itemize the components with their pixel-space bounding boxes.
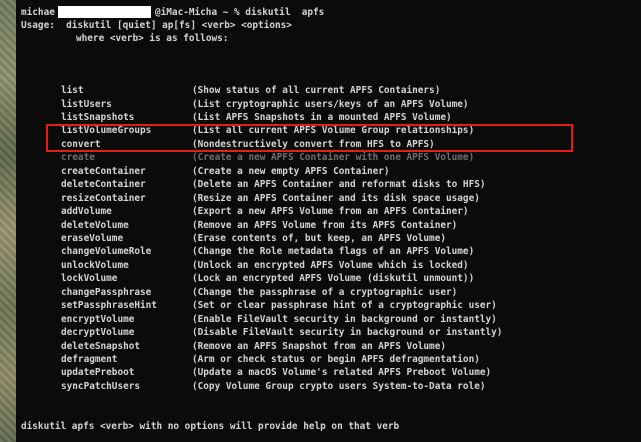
verb-name: defragment bbox=[61, 354, 118, 365]
verb-name: list bbox=[61, 85, 84, 96]
verb-description: (Delete an APFS Container and reformat d… bbox=[192, 179, 486, 191]
verb-name: decryptVolume bbox=[61, 327, 135, 339]
verb-description: (Enable FileVault security in background… bbox=[192, 313, 497, 325]
screenshot-frame: michae @iMac-Micha ~ % diskutil apfs Usa… bbox=[0, 0, 641, 442]
verb-list: list (Show status of all current APFS Con… bbox=[16, 0, 641, 442]
verb-name: createContainer bbox=[61, 165, 146, 177]
verb-description: (Export a new APFS Volume from an APFS C… bbox=[192, 206, 469, 218]
verb-name: resizeContainer bbox=[61, 192, 146, 204]
verb-name: syncPatchUsers bbox=[61, 380, 141, 392]
help-footer-line: diskutil apfs <verb> with no options wil… bbox=[21, 421, 400, 432]
verb-description: (Remove an APFS Snapshot from an APFS Vo… bbox=[192, 340, 446, 352]
verb-description: (Set or clear passphrase hint of a crypt… bbox=[192, 300, 497, 312]
verb-name: deleteVolume bbox=[61, 219, 129, 231]
verb-name: deleteSnapshot bbox=[61, 340, 141, 352]
verb-name: updatePreboot bbox=[61, 367, 135, 379]
verb-description: (Lock an encrypted APFS Volume (diskutil… bbox=[192, 273, 475, 285]
verb-name: setPassphraseHint bbox=[61, 300, 157, 312]
verb-description: (Copy Volume Group crypto users System-t… bbox=[192, 380, 486, 392]
verb-name: unlockVolume bbox=[61, 259, 129, 271]
terminal-window[interactable]: michae @iMac-Micha ~ % diskutil apfs Usa… bbox=[16, 0, 641, 442]
verb-description: (Disable FileVault security in backgroun… bbox=[192, 327, 503, 339]
verb-name: lockVolume bbox=[61, 273, 118, 285]
verb-description: (Create a new APFS Container with one AP… bbox=[192, 152, 475, 164]
verb-name: encryptVolume bbox=[61, 313, 135, 325]
verb-name: eraseVolume bbox=[61, 232, 124, 244]
verb-description: (Show status of all current APFS Contain… bbox=[192, 85, 441, 96]
verb-name: create bbox=[61, 152, 95, 164]
verb-description: (Create a new empty APFS Container) bbox=[192, 165, 390, 177]
verb-name: deleteContainer bbox=[61, 179, 146, 191]
verb-description: (List APFS Snapshots in a mounted APFS V… bbox=[192, 111, 452, 123]
verb-description: (Resize an APFS Container and its disk s… bbox=[192, 192, 480, 204]
verb-name: listUsers bbox=[61, 98, 112, 110]
verb-name: changeVolumeRole bbox=[61, 246, 152, 258]
verb-description: (Change the passphrase of a cryptographi… bbox=[192, 286, 458, 298]
verb-description: (Erase contents of, but keep, an APFS Vo… bbox=[192, 232, 446, 244]
desktop-wallpaper-edge bbox=[0, 0, 16, 442]
verb-description: (Change the Role metadata flags of an AP… bbox=[192, 246, 475, 258]
verb-description: (Remove an APFS Volume from its APFS Con… bbox=[192, 219, 458, 231]
verb-name: changePassphrase bbox=[61, 286, 152, 298]
verb-name: listSnapshots bbox=[61, 111, 135, 123]
verb-description: (Unlock an encrypted APFS Volume which i… bbox=[192, 259, 469, 271]
verb-description: (Arm or check status or begin APFS defra… bbox=[192, 354, 480, 365]
verb-description: (Update a macOS Volume's related APFS Pr… bbox=[192, 367, 492, 379]
verb-description: (List cryptographic users/keys of an APF… bbox=[192, 98, 469, 110]
highlight-annotation-box bbox=[46, 124, 573, 152]
verb-name: addVolume bbox=[61, 206, 112, 218]
